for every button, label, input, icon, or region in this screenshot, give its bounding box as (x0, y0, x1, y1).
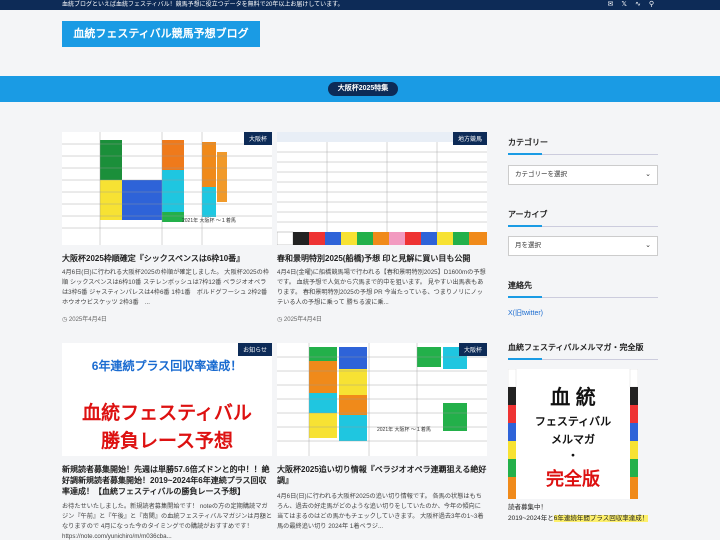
contact-heading: 連絡先 (508, 280, 658, 298)
category-badge[interactable]: 地方競馬 (452, 132, 487, 145)
feature-pill[interactable]: 大阪杯2025特集 (328, 82, 398, 96)
top-announcement-text: 血統ブログといえば血統フェスティバル！競馬予想に役立つデータを無料で20年以上お… (62, 2, 344, 8)
site-logo[interactable]: 血統フェスティバル競馬予想ブログ (62, 21, 260, 47)
thumb-subbrand: 勝負レース予想 (100, 431, 234, 452)
post-title-4[interactable]: 大阪杯2025追い切り情報『ベラジオオペラ連覇狙える絶好調』 (277, 464, 487, 486)
post-card-2[interactable]: 地方競馬 春和景明特別2025(船橋)予想 印と見解に買い目も公開 4月4日(金… (277, 132, 487, 332)
mail-icon[interactable]: ✉ (607, 0, 613, 10)
table-thumbnail-4: 2021年 大阪杯 ～１着馬 (277, 343, 487, 456)
top-announcement-bar: 血統ブログといえば血統フェスティバル！競馬予想に役立つデータを無料で20年以上お… (0, 0, 720, 10)
magazine-description-text: 2019~2024年と (508, 515, 554, 522)
post-thumbnail-3[interactable]: 6年連続プラス回収率達成！ 血統フェスティバル 勝負レース予想 お知らせ (62, 343, 272, 456)
site-title: 血統フェスティバル競馬予想ブログ (73, 28, 249, 40)
table-thumbnail-1: 2021年 大阪杯 ～１着馬 (62, 132, 272, 245)
thumb-caption-1: 2021年 大阪杯 ～１着馬 (182, 217, 236, 224)
magazine-line-2: フェスティバル (534, 416, 612, 428)
archive-heading: アーカイブ (508, 209, 658, 227)
post-date-text-2: 2025年4月4日 (283, 317, 322, 323)
category-badge[interactable]: 大阪杯 (458, 343, 487, 356)
post-thumbnail-1[interactable]: 2021年 大阪杯 ～１着馬 大阪杯 (62, 132, 272, 245)
x-icon[interactable]: 𝕏 (621, 0, 627, 10)
post-card-3[interactable]: 6年連続プラス回収率達成！ 血統フェスティバル 勝負レース予想 お知らせ 新規読… (62, 343, 272, 540)
top-social-icons: ✉ 𝕏 ∿ ⚲ (607, 0, 654, 10)
category-select-value: カテゴリーを選択 (515, 171, 567, 178)
magazine-line-5: 完全版 (546, 469, 600, 489)
magazine-highlight: 6年連続年間プラス回収率達成！ (553, 515, 649, 522)
thumb-caption-4: 2021年 大阪杯 ～１着馬 (377, 426, 431, 433)
post-card-1[interactable]: 2021年 大阪杯 ～１着馬 大阪杯 大阪杯2025枠順確定『シックスペンスは6… (62, 132, 272, 332)
post-date-1: ◷ 2025年4月4日 (62, 317, 107, 323)
magazine-intro: 読者募集中！ (508, 504, 547, 511)
post-excerpt-4: 4月6日(日)に行われる大阪杯2025の追い切り情報です。 各馬の状態はもちろん… (277, 493, 484, 530)
category-badge[interactable]: 大阪杯 (243, 132, 272, 145)
thumb-brand: 血統フェスティバル (82, 403, 252, 424)
post-title-3[interactable]: 新規読者募集開始！先週は単勝57.6倍ズドンと的中！！絶好調新規読者募集開始！2… (62, 464, 272, 497)
category-select[interactable]: カテゴリーを選択 ⌄ (508, 165, 658, 185)
category-badge[interactable]: お知らせ (238, 343, 272, 356)
chevron-down-icon: ⌄ (645, 242, 651, 249)
post-date-2: ◷ 2025年4月4日 (277, 317, 322, 323)
magazine-line-3: メルマガ (551, 434, 595, 446)
post-title-2[interactable]: 春和景明特別2025(船橋)予想 印と見解に買い目も公開 (277, 253, 487, 264)
chevron-down-icon: ⌄ (645, 171, 651, 178)
post-card-4[interactable]: 2021年 大阪杯 ～１着馬 大阪杯 大阪杯2025追い切り情報『ベラジオオペラ… (277, 343, 487, 540)
magazine-heading: 血統フェスティバルメルマガ・完全版 (508, 342, 658, 360)
table-thumbnail-2 (277, 132, 487, 245)
search-icon[interactable]: ⚲ (649, 0, 654, 10)
post-excerpt-2: 4月4日(金曜)に船橋競馬場で行われる【春和景明特別2025】D1600mの予想… (277, 269, 486, 306)
post-title-1[interactable]: 大阪杯2025枠順確定『シックスペンスは6枠10番』 (62, 253, 272, 264)
magazine-description: 2019~2024年と6年連続年間プラス回収率達成！ (508, 514, 658, 524)
twitter-link[interactable]: X(旧twitter) (508, 308, 543, 318)
post-date-text-1: 2025年4月4日 (68, 317, 107, 323)
magazine-line-4: ・ (567, 450, 579, 462)
feature-label: 大阪杯2025特集 (337, 85, 389, 92)
post-excerpt-3: お待たせいたしました。新規読者募集開始です！ noteの方の定期購読マガジン『午… (62, 503, 272, 540)
magazine-line-1: 血 統 (550, 387, 596, 409)
post-thumbnail-4[interactable]: 2021年 大阪杯 ～１着馬 大阪杯 (277, 343, 487, 456)
thumb-headline: 6年連続プラス回収率達成！ (91, 359, 243, 373)
archive-select[interactable]: 月を選択 ⌄ (508, 236, 658, 256)
archive-select-value: 月を選択 (515, 242, 541, 249)
magazine-banner[interactable]: 血 統 フェスティバル メルマガ ・ 完全版 (507, 368, 639, 499)
rss-icon[interactable]: ∿ (635, 0, 641, 10)
post-excerpt-1: 4月6日(日)に行われる大阪杯2025の枠順が確定しました。 大阪杯2025の枠… (62, 269, 272, 306)
category-heading: カテゴリー (508, 137, 658, 155)
post-thumbnail-2[interactable]: 地方競馬 (277, 132, 487, 245)
